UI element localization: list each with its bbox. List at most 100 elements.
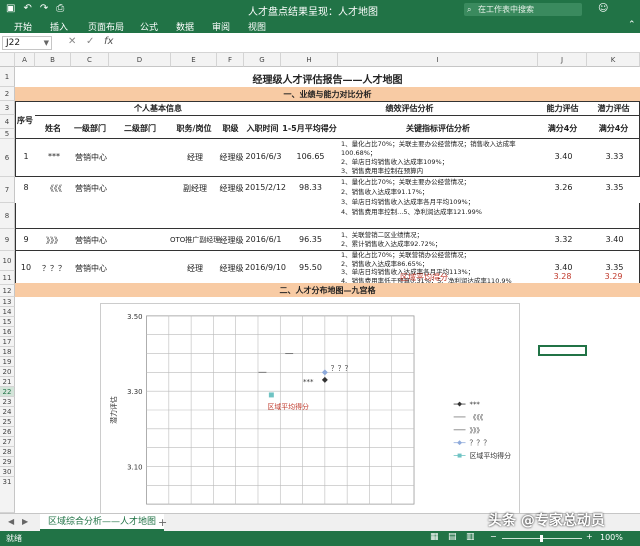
row-ability: 3.40	[554, 263, 573, 272]
row-header-2[interactable]: 2	[0, 87, 15, 101]
section1-title: 一、业绩与能力对比分析	[283, 90, 372, 99]
fx-button[interactable]: fx	[104, 36, 113, 47]
zoom-slider-thumb[interactable]	[540, 535, 543, 542]
ribbon-tabs: 开始 插入 页面布局 公式 数据 审阅 视图 ⌃	[0, 19, 640, 33]
row-header-18[interactable]: 18	[0, 347, 15, 357]
row-header-24[interactable]: 24	[0, 407, 15, 417]
row-no: 9	[23, 235, 29, 244]
row-header-3[interactable]: 3	[0, 101, 15, 115]
row-header-26[interactable]: 26	[0, 427, 15, 437]
prev-sheet-icon[interactable]: ◀	[8, 517, 14, 526]
row-header-28[interactable]: 28	[0, 447, 15, 457]
search-box[interactable]: ⌕ 在工作表中搜索	[464, 3, 582, 16]
row-header-10[interactable]: 10	[0, 251, 15, 271]
row-no: 1	[23, 152, 29, 161]
column-header-H[interactable]: H	[281, 53, 338, 67]
row-header-23[interactable]: 23	[0, 397, 15, 407]
row-header-22[interactable]: 22	[0, 387, 15, 397]
column-header-C[interactable]: C	[71, 53, 109, 67]
add-sheet-button[interactable]: +	[158, 516, 167, 529]
row-header-25[interactable]: 25	[0, 417, 15, 427]
undo-icon[interactable]: ↶	[23, 3, 31, 14]
worksheet-grid[interactable]: A B C D E F G H I J K 1 2 3 4 5 6 7 8 9 …	[0, 53, 640, 513]
row-header-21[interactable]: 21	[0, 377, 15, 387]
column-header-E[interactable]: E	[171, 53, 217, 67]
row-header-29[interactable]: 29	[0, 457, 15, 467]
header-level: 职级	[222, 124, 239, 133]
chevron-down-icon[interactable]: ▼	[44, 37, 49, 49]
row-header-8[interactable]: 8	[0, 203, 15, 229]
zoom-out-icon[interactable]: −	[490, 532, 497, 541]
search-icon: ⌕	[467, 5, 472, 14]
row-potential: 3.40	[605, 235, 624, 244]
row-header-1[interactable]: 1	[0, 67, 15, 87]
row-header-11[interactable]: 11	[0, 271, 15, 285]
legend-entry: ？？？	[469, 439, 490, 447]
column-header-B[interactable]: B	[35, 53, 71, 67]
kpi-line: 4、销售费用率控制...5、净利润达成率121.99%	[341, 208, 482, 216]
row-header-13[interactable]: 13	[0, 297, 15, 307]
row-header-12[interactable]: 12	[0, 285, 15, 297]
confirm-icon[interactable]: ✓	[86, 36, 94, 47]
column-header-F[interactable]: F	[217, 53, 244, 67]
header-dept1: 一级部门	[74, 124, 106, 133]
row-header-30[interactable]: 30	[0, 467, 15, 477]
sheet-tab-active[interactable]: 区域综合分析——人才地图	[40, 514, 165, 531]
column-header-J[interactable]: J	[538, 53, 587, 67]
row-header-20[interactable]: 20	[0, 367, 15, 377]
zoom-in-icon[interactable]: +	[586, 532, 593, 541]
tab-formulas[interactable]: 公式	[140, 20, 158, 33]
row-header-9[interactable]: 9	[0, 229, 15, 251]
report-title: 经理级人才评估报告——人才地图	[252, 75, 403, 86]
print-icon[interactable]: ⎙	[56, 3, 64, 14]
row-kpi: 1、量化占比70%；关联主要办公经营情况；销售收入达成率 100.68%； 2、…	[341, 140, 537, 176]
name-box[interactable]: J22 ▼	[2, 36, 52, 50]
row-header-14[interactable]: 14	[0, 307, 15, 317]
row-header-7[interactable]: 7	[0, 177, 15, 203]
row-ability: 3.26	[554, 183, 573, 192]
view-normal-icon[interactable]: ▦	[430, 532, 439, 542]
row-level: 经理级	[219, 236, 244, 245]
select-all-corner[interactable]	[0, 53, 15, 67]
selected-cell[interactable]	[538, 345, 587, 356]
tab-data[interactable]: 数据	[176, 20, 194, 33]
tab-view[interactable]: 视图	[248, 20, 266, 33]
header-kpi: 关键指标评估分析	[406, 124, 470, 133]
tab-home[interactable]: 开始	[14, 20, 32, 33]
row-dept1: 营销中心	[75, 236, 107, 245]
row-name: 《《《	[46, 184, 62, 193]
view-layout-icon[interactable]: ▤	[448, 532, 457, 542]
ribbon-collapse-icon[interactable]: ⌃	[628, 20, 636, 30]
column-header-G[interactable]: G	[244, 53, 281, 67]
legend-entry: 区域平均得分	[469, 451, 511, 460]
row-header-6[interactable]: 6	[0, 139, 15, 177]
tab-page-layout[interactable]: 页面布局	[88, 20, 124, 33]
row-header-16[interactable]: 16	[0, 327, 15, 337]
row-header-27[interactable]: 27	[0, 437, 15, 447]
kpi-line: 2、累计销售收入达成率92.72%；	[341, 240, 442, 248]
zoom-level: 100%	[600, 533, 623, 542]
row-header-4[interactable]: 4	[0, 115, 15, 129]
scatter-chart[interactable]: 3.50 3.30 3.10 潜力评估 *** ？？？ 区域平均得分 *** 《《《》》》 ？？？…	[100, 303, 520, 513]
view-pagebreak-icon[interactable]: ▥	[466, 532, 475, 542]
row-header-5[interactable]: 5	[0, 129, 15, 139]
formula-input[interactable]	[124, 36, 634, 50]
column-header-K[interactable]: K	[587, 53, 640, 67]
next-sheet-icon[interactable]: ▶	[22, 517, 28, 526]
column-header-I[interactable]: I	[338, 53, 538, 67]
tab-insert[interactable]: 插入	[50, 20, 68, 33]
tab-review[interactable]: 审阅	[212, 20, 230, 33]
header-perf-avg: 1-5月平均得分	[282, 124, 337, 133]
column-header-A[interactable]: A	[15, 53, 35, 67]
row-header-19[interactable]: 19	[0, 357, 15, 367]
redo-icon[interactable]: ↷	[40, 3, 48, 14]
cancel-icon[interactable]: ✕	[68, 36, 76, 47]
column-header-D[interactable]: D	[109, 53, 171, 67]
y-tick-label: 3.10	[127, 463, 142, 471]
row-header-15[interactable]: 15	[0, 317, 15, 327]
save-icon[interactable]: ▣	[6, 3, 15, 14]
user-icon[interactable]: ☺	[598, 3, 608, 14]
row-header-17[interactable]: 17	[0, 337, 15, 347]
row-dept1: 营销中心	[75, 264, 107, 273]
row-header-31[interactable]: 31	[0, 477, 15, 513]
